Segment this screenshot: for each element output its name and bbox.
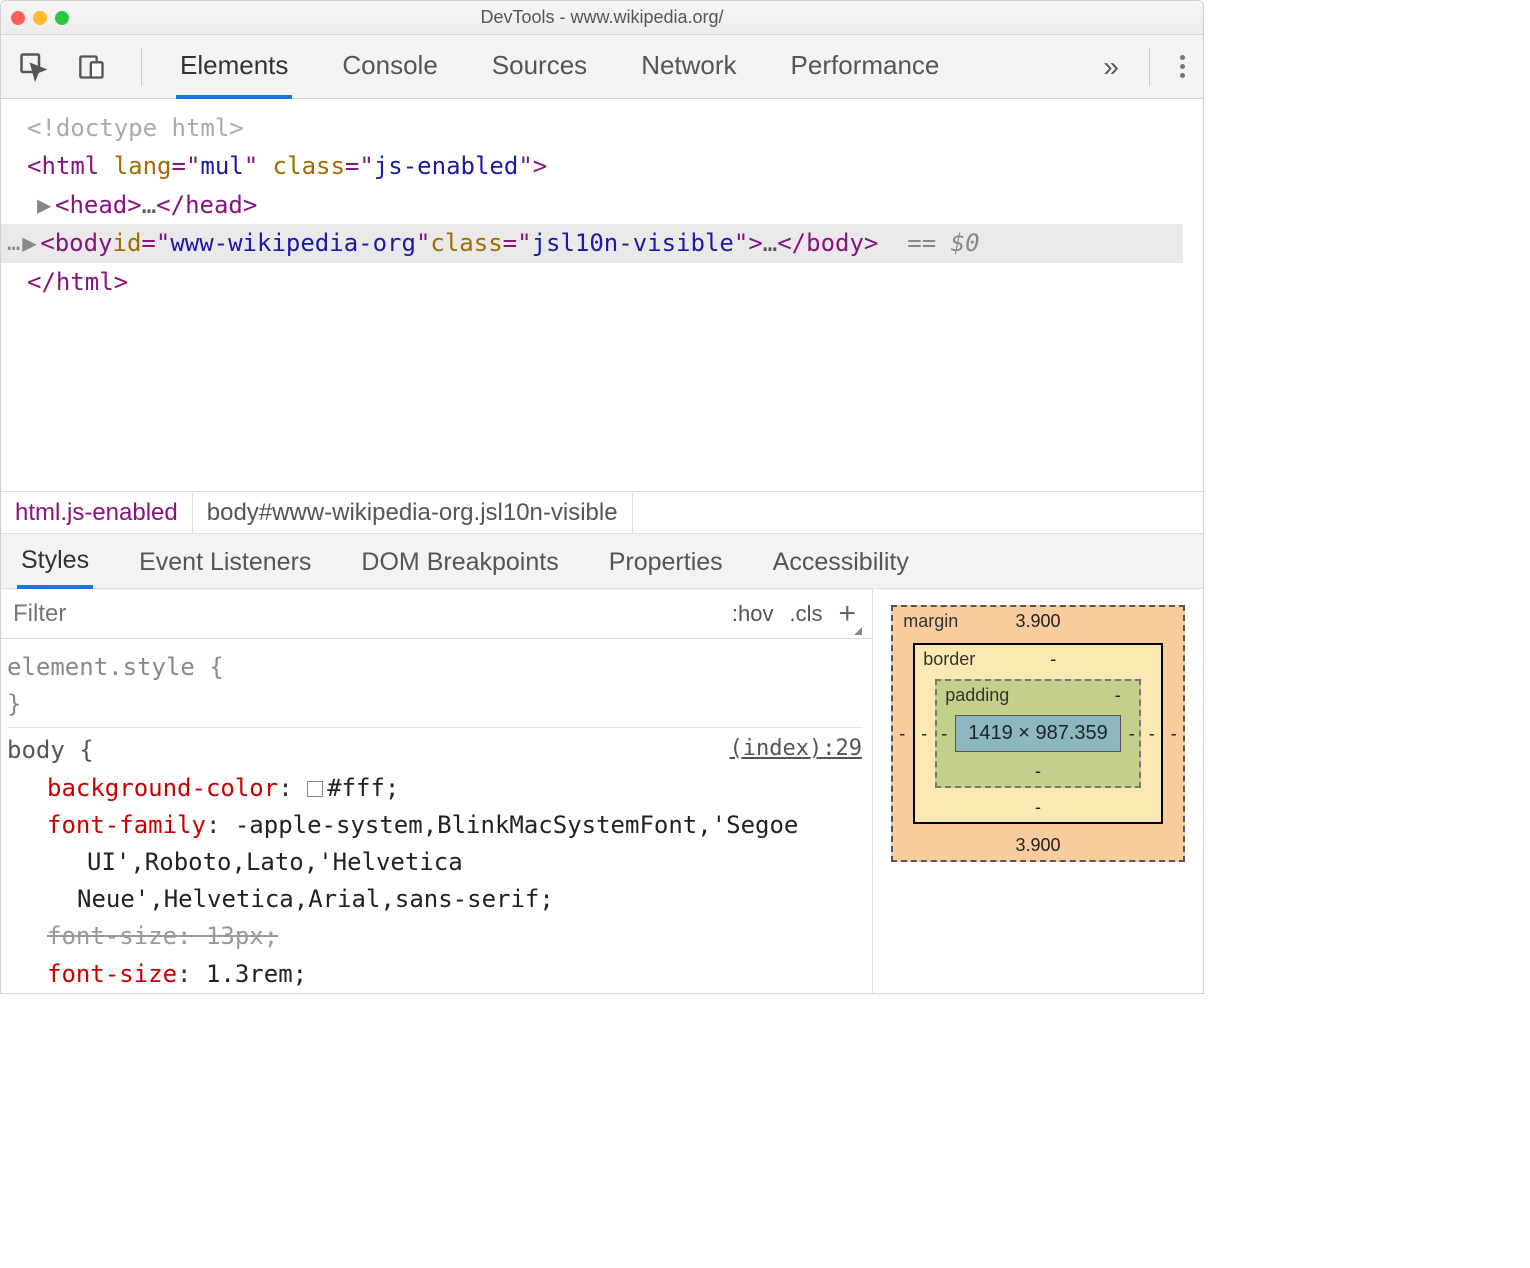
crumb-html[interactable]: html.js-enabled — [1, 493, 192, 533]
prop-font-family[interactable]: font-family — [47, 811, 206, 839]
main-tabs: Elements Console Sources Network Perform… — [176, 34, 1075, 99]
disclosure-triangle-icon[interactable]: ▶ — [37, 186, 55, 224]
overflow-ellipsis-icon: … — [7, 226, 20, 261]
subtab-styles[interactable]: Styles — [17, 534, 93, 589]
css-rules-list[interactable]: element.style { } (index):29 body { back… — [1, 639, 872, 993]
styles-sub-tabs: Styles Event Listeners DOM Breakpoints P… — [1, 533, 1203, 589]
main-toolbar: Elements Console Sources Network Perform… — [1, 35, 1203, 99]
inspect-element-icon[interactable] — [19, 52, 49, 82]
box-model-padding[interactable]: padding - - - - 1419 × 987.359 — [935, 679, 1141, 788]
new-style-rule-icon[interactable]: + — [838, 597, 856, 631]
subtab-event-listeners[interactable]: Event Listeners — [135, 536, 315, 587]
cls-toggle[interactable]: .cls — [789, 601, 822, 627]
toolbar-separator — [1149, 48, 1150, 86]
toolbar-right: » — [1103, 48, 1185, 86]
device-toolbar-icon[interactable] — [77, 52, 107, 82]
tab-console[interactable]: Console — [338, 34, 441, 99]
more-tabs-icon[interactable]: » — [1103, 51, 1119, 83]
box-model-border[interactable]: border - - - - padding - - - - 1419 × 98… — [913, 643, 1163, 824]
subtab-dom-breakpoints[interactable]: DOM Breakpoints — [357, 536, 562, 587]
titlebar: DevTools - www.wikipedia.org/ — [1, 1, 1203, 35]
tab-elements[interactable]: Elements — [176, 34, 292, 99]
subtab-accessibility[interactable]: Accessibility — [769, 536, 913, 587]
console-reference: == $0 — [907, 224, 979, 262]
dom-doctype[interactable]: <!doctype html> — [27, 109, 1183, 147]
dom-tree-panel[interactable]: <!doctype html> <html lang="mul" class="… — [1, 99, 1203, 491]
color-swatch-icon[interactable] — [307, 781, 323, 797]
window-title: DevTools - www.wikipedia.org/ — [1, 7, 1203, 28]
dom-html-close[interactable]: </html> — [27, 263, 1183, 301]
prop-font-size-overridden[interactable]: font-size: 13px; — [47, 918, 862, 955]
prop-background-color[interactable]: background-color — [47, 774, 278, 802]
rule-element-style[interactable]: element.style { } — [7, 645, 862, 728]
breadcrumb: html.js-enabled body#www-wikipedia-org.j… — [1, 491, 1203, 533]
dom-html-open[interactable]: <html lang="mul" class="js-enabled"> — [27, 147, 1183, 185]
styles-filter-row: :hov .cls + — [1, 589, 872, 639]
subtab-properties[interactable]: Properties — [605, 536, 727, 587]
box-model-margin[interactable]: margin 3.900 3.900 - - border - - - - pa… — [891, 605, 1185, 862]
box-model-panel: margin 3.900 3.900 - - border - - - - pa… — [873, 589, 1203, 993]
styles-rules-column: :hov .cls + element.style { } (index):29… — [1, 589, 873, 993]
hov-toggle[interactable]: :hov — [732, 601, 774, 627]
prop-font-size[interactable]: font-size — [47, 960, 177, 988]
dom-body-selected[interactable]: … ▶ <body id="www-wikipedia-org" class="… — [1, 224, 1183, 262]
settings-menu-icon[interactable] — [1180, 55, 1185, 78]
tab-network[interactable]: Network — [637, 34, 740, 99]
styles-pane: :hov .cls + element.style { } (index):29… — [1, 589, 1203, 993]
rule-body[interactable]: (index):29 body { background-color: #fff… — [7, 728, 862, 993]
disclosure-triangle-icon[interactable]: ▶ — [22, 224, 40, 262]
tab-sources[interactable]: Sources — [488, 34, 591, 99]
source-link[interactable]: (index):29 — [730, 732, 862, 766]
dom-head[interactable]: ▶<head>…</head> — [37, 186, 1183, 224]
tab-performance[interactable]: Performance — [787, 34, 944, 99]
devtools-window: DevTools - www.wikipedia.org/ Elements C… — [0, 0, 1204, 994]
styles-filter-input[interactable] — [1, 600, 732, 628]
box-model-content[interactable]: 1419 × 987.359 — [955, 715, 1121, 752]
crumb-body[interactable]: body#www-wikipedia-org.jsl10n-visible — [192, 493, 633, 533]
toolbar-separator — [141, 48, 142, 86]
